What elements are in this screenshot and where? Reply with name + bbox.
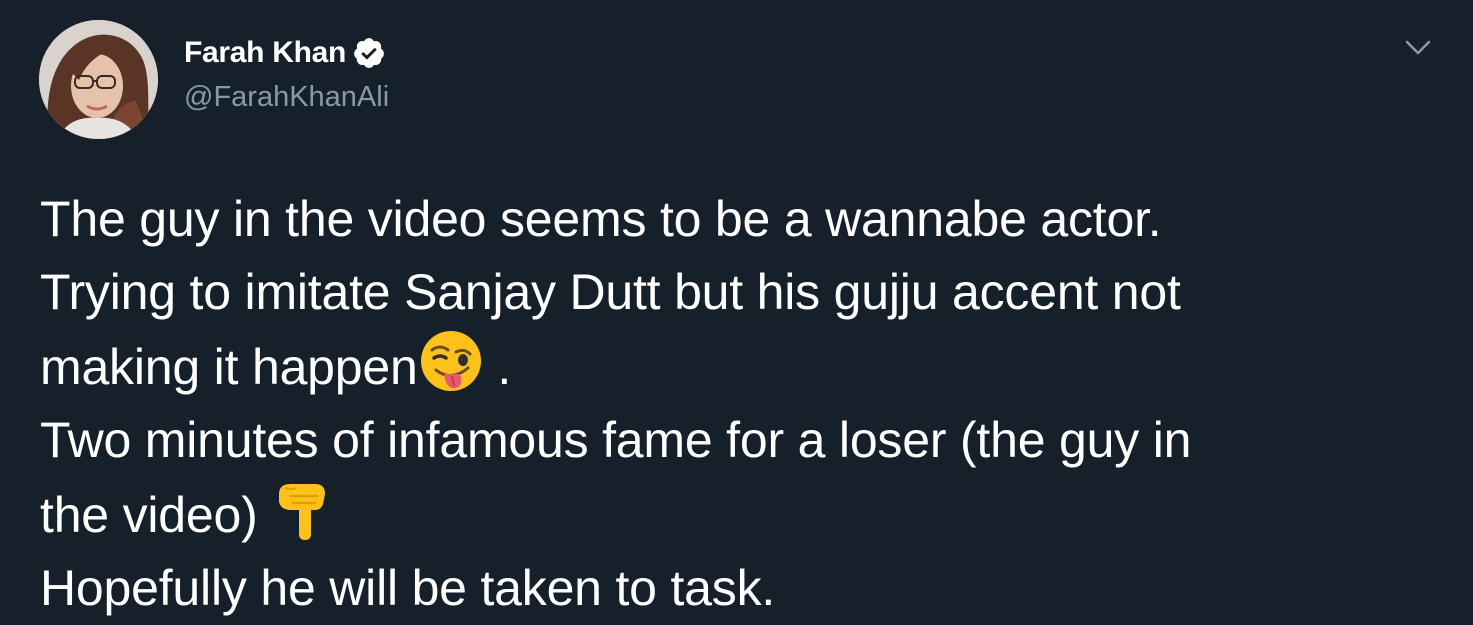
tweet-line-3-text: making it happen — [40, 339, 418, 395]
user-handle[interactable]: @FarahKhanAli — [184, 81, 389, 114]
tweet-card: Farah Khan @FarahKhanAli The guy in the … — [0, 0, 1473, 625]
name-row: Farah Khan — [184, 33, 389, 73]
verified-badge-icon — [352, 36, 386, 70]
tweet-line-3-suffix: . — [483, 339, 512, 395]
tweet-line-1: The guy in the video seems to be a wanna… — [40, 191, 1162, 247]
avatar-image — [39, 20, 158, 139]
tweet-line-5-text: the video) — [40, 487, 272, 543]
backhand-index-pointing-down-emoji — [271, 476, 337, 542]
chevron-down-icon[interactable] — [1403, 36, 1433, 60]
tweet-line-6: Hopefully he will be taken to task. — [40, 559, 776, 616]
tweet-line-3: making it happen . — [40, 328, 1440, 404]
author-block: Farah Khan @FarahKhanAli — [184, 33, 389, 114]
display-name[interactable]: Farah Khan — [184, 36, 346, 70]
winking-face-with-tongue-emoji — [418, 328, 484, 394]
tweet-line-4: Two minutes of infamous fame for a loser… — [40, 411, 1192, 468]
tweet-text: The guy in the video seems to be a wanna… — [40, 183, 1440, 624]
tweet-line-5: the video) — [40, 476, 1440, 552]
avatar[interactable] — [39, 20, 158, 139]
tweet-line-2: Trying to imitate Sanjay Dutt but his gu… — [40, 263, 1181, 320]
